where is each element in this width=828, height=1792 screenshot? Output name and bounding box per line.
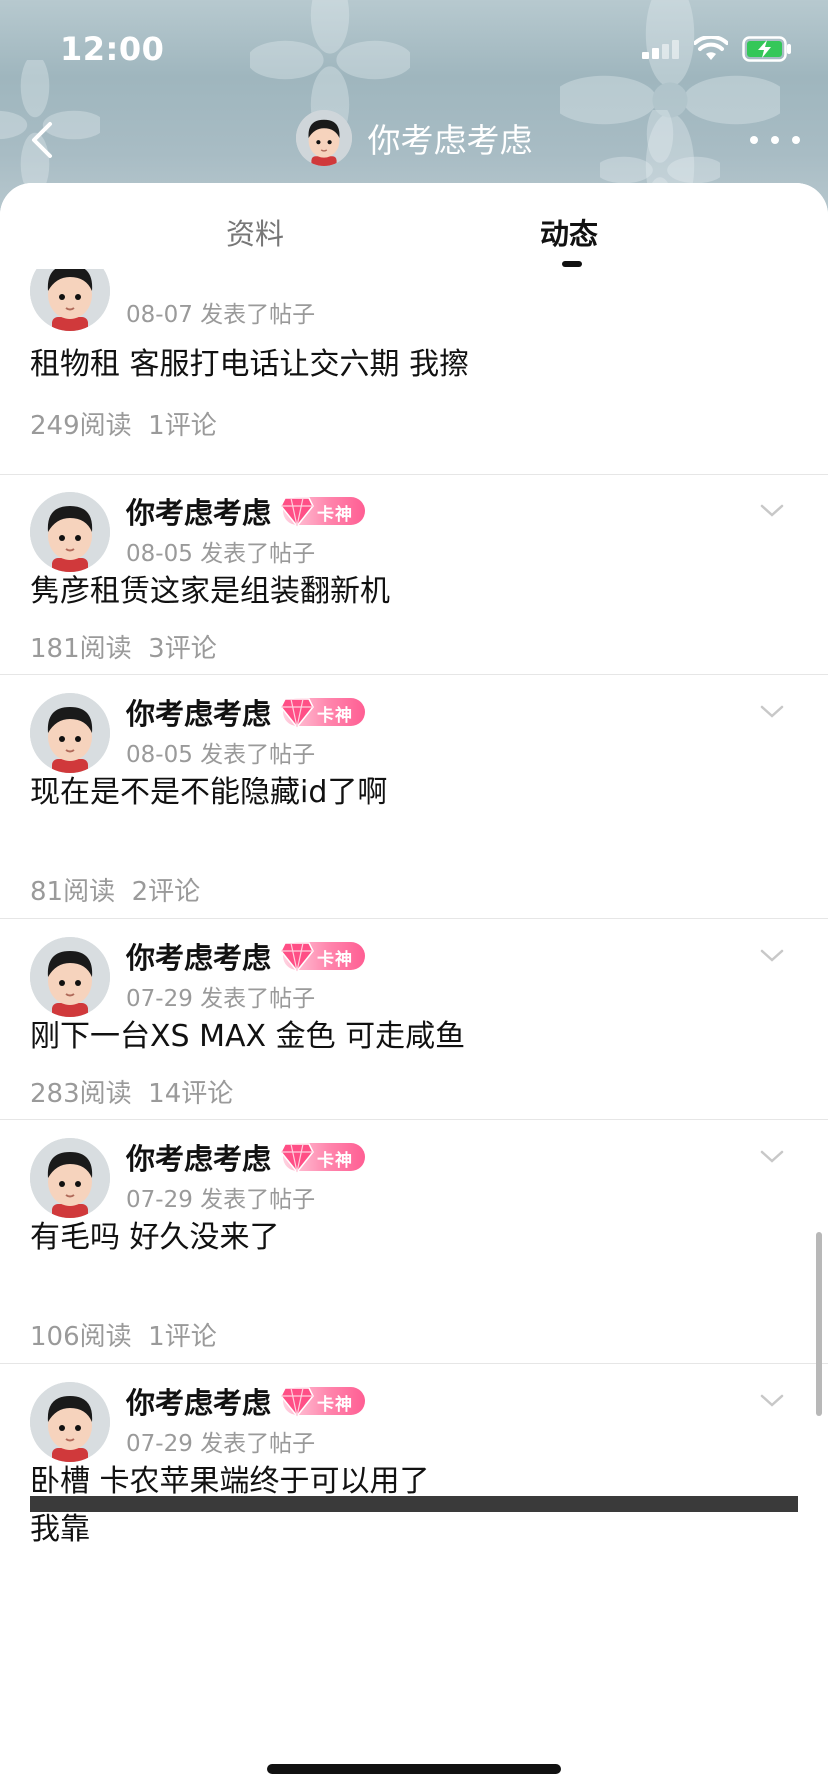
- avatar-boy-icon: [30, 937, 110, 1017]
- post-meta: 08-05 发表了帖子: [126, 541, 316, 567]
- tab-activity[interactable]: 动态: [540, 211, 598, 253]
- card-god-badge: 卡神: [280, 497, 366, 528]
- post-content[interactable]: 隽彦租赁这家是组装翻新机: [30, 568, 790, 616]
- avatar-boy-icon: [295, 110, 352, 166]
- more-dot-icon: [792, 136, 800, 144]
- post-author-row: 你考虑考虑 卡神: [126, 691, 366, 733]
- post-avatar[interactable]: [30, 1382, 110, 1462]
- nav-avatar: [295, 110, 352, 166]
- more-dot-icon: [771, 136, 779, 144]
- post-avatar[interactable]: [30, 937, 110, 1017]
- post-content-line[interactable]: 我靠: [30, 1506, 790, 1554]
- badge-label: 卡神: [317, 950, 354, 970]
- scroll-indicator[interactable]: [816, 1232, 822, 1416]
- post-stats: 249阅读 1评论: [30, 405, 217, 442]
- post-comments: 14评论: [148, 1079, 234, 1109]
- post-stats: 283阅读 14评论: [30, 1073, 233, 1110]
- badge-label: 卡神: [317, 1151, 354, 1171]
- post-author-row: 你考虑考虑 卡神: [126, 935, 366, 977]
- post-stats: 106阅读 1评论: [30, 1316, 217, 1353]
- badge-label: 卡神: [317, 505, 354, 525]
- chevron-down-icon[interactable]: [758, 496, 786, 524]
- post-avatar[interactable]: [30, 492, 110, 572]
- post-avatar[interactable]: [30, 269, 110, 331]
- post-meta: 07-29 发表了帖子: [126, 1187, 316, 1213]
- post-item[interactable]: 08-07 发表了帖子 租物租 客服打电话让交六期 我擦 249阅读 1评论: [0, 269, 828, 475]
- tab-bar: 资料 动态: [0, 183, 828, 269]
- diamond-icon: [280, 1387, 314, 1418]
- post-author-row: 你考虑考虑 卡神: [126, 1136, 366, 1178]
- diamond-icon: [280, 942, 314, 973]
- chevron-down-icon[interactable]: [758, 1386, 786, 1414]
- post-comments: 3评论: [148, 634, 217, 664]
- post-username[interactable]: 你考虑考虑: [126, 935, 271, 977]
- more-options-button[interactable]: [750, 122, 800, 158]
- post-item[interactable]: 你考虑考虑 卡神 07-29 发表了帖子 卧槽 卡农苹果端终于可以用了 我靠: [0, 1364, 828, 1719]
- avatar-boy-icon: [30, 1138, 110, 1218]
- post-content[interactable]: 现在是不是不能隐藏id了啊: [30, 769, 790, 817]
- diamond-icon: [280, 698, 314, 729]
- battery-charging-icon: [742, 36, 791, 62]
- badge-label: 卡神: [317, 1395, 354, 1415]
- chevron-down-icon[interactable]: [758, 1142, 786, 1170]
- post-stats: 181阅读 3评论: [30, 628, 217, 665]
- chevron-down-icon[interactable]: [758, 941, 786, 969]
- card-god-badge: 卡神: [280, 698, 366, 729]
- post-content[interactable]: 有毛吗 好久没来了: [30, 1214, 790, 1262]
- post-avatar[interactable]: [30, 693, 110, 773]
- post-meta: 07-29 发表了帖子: [126, 1431, 316, 1457]
- post-item[interactable]: 你考虑考虑 卡神 07-29 发表了帖子 有毛吗 好久没来了 106阅读 1评论: [0, 1120, 828, 1364]
- post-stats: 81阅读 2评论: [30, 871, 200, 908]
- status-bar: 12:00: [0, 0, 828, 100]
- post-content[interactable]: 刚下一台XS MAX 金色 可走咸鱼: [30, 1013, 790, 1061]
- post-comments: 1评论: [148, 411, 217, 441]
- post-username[interactable]: 你考虑考虑: [126, 490, 271, 532]
- card-god-badge: 卡神: [280, 942, 366, 973]
- post-comments: 2评论: [131, 877, 201, 907]
- chevron-down-icon[interactable]: [758, 697, 786, 725]
- tab-active-indicator: [562, 261, 582, 267]
- tab-profile-info[interactable]: 资料: [226, 211, 284, 253]
- post-meta: 07-29 发表了帖子: [126, 986, 316, 1012]
- post-image-preview[interactable]: [30, 1496, 798, 1512]
- avatar-boy-icon: [30, 269, 110, 331]
- wifi-icon: [694, 36, 728, 60]
- post-reads: 181阅读: [30, 634, 132, 664]
- post-author-row: 你考虑考虑 卡神: [126, 490, 366, 532]
- post-item[interactable]: 你考虑考虑 卡神 07-29 发表了帖子 刚下一台XS MAX 金色 可走咸鱼 …: [0, 919, 828, 1120]
- home-indicator[interactable]: [267, 1764, 561, 1774]
- post-author-row: 你考虑考虑 卡神: [126, 1380, 366, 1422]
- post-comments: 1评论: [148, 1322, 217, 1352]
- diamond-icon: [280, 497, 314, 528]
- more-dot-icon: [750, 136, 758, 144]
- avatar-boy-icon: [30, 492, 110, 572]
- post-content[interactable]: 租物租 客服打电话让交六期 我擦: [30, 341, 790, 389]
- post-meta: 08-07 发表了帖子: [126, 302, 316, 328]
- avatar-boy-icon: [30, 1382, 110, 1462]
- post-meta: 08-05 发表了帖子: [126, 742, 316, 768]
- post-item[interactable]: 你考虑考虑 卡神 08-05 发表了帖子 隽彦租赁这家是组装翻新机 181阅读 …: [0, 474, 828, 675]
- avatar-boy-icon: [30, 693, 110, 773]
- post-item[interactable]: 你考虑考虑 卡神 08-05 发表了帖子 现在是不是不能隐藏id了啊 81阅读 …: [0, 675, 828, 919]
- post-username[interactable]: 你考虑考虑: [126, 1380, 271, 1422]
- card-god-badge: 卡神: [280, 1387, 366, 1418]
- status-time: 12:00: [60, 30, 165, 68]
- nav-profile: 你考虑考虑: [0, 110, 828, 166]
- profile-sheet: 资料 动态 08-07 发表了帖子 租物租 客服打电话让交六期 我擦 249阅读…: [0, 183, 828, 1792]
- status-icons: [640, 36, 792, 62]
- card-god-badge: 卡神: [280, 1143, 366, 1174]
- diamond-icon: [280, 1143, 314, 1174]
- post-reads: 106阅读: [30, 1322, 132, 1352]
- post-reads: 283阅读: [30, 1079, 132, 1109]
- post-avatar[interactable]: [30, 1138, 110, 1218]
- post-reads: 249阅读: [30, 411, 132, 441]
- post-username[interactable]: 你考虑考虑: [126, 1136, 271, 1178]
- post-username[interactable]: 你考虑考虑: [126, 691, 271, 733]
- navigation-bar: 你考虑考虑: [0, 100, 828, 180]
- nav-title: 你考虑考虑: [367, 121, 533, 160]
- post-reads: 81阅读: [30, 877, 116, 907]
- cellular-signal-icon: [642, 40, 679, 59]
- badge-label: 卡神: [317, 706, 354, 726]
